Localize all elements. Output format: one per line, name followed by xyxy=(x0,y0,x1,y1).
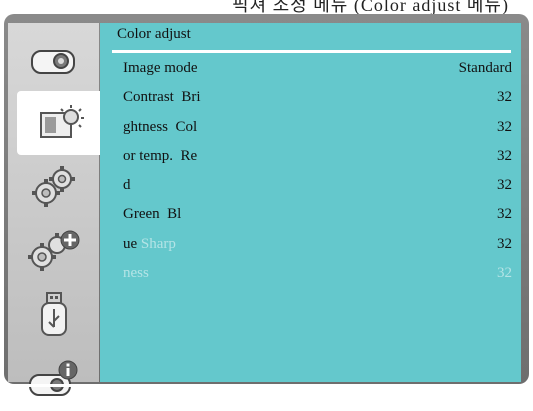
menu-row-value: 32 xyxy=(497,177,512,193)
sidebar-item-information[interactable] xyxy=(8,347,99,411)
sidebar-item-projector[interactable] xyxy=(8,27,99,91)
menu-row-value: 32 xyxy=(497,206,512,222)
sidebar-item-picture-adjust[interactable] xyxy=(17,91,108,155)
picture-adjust-icon xyxy=(39,105,84,138)
menu-row-label: ghtness Col xyxy=(123,119,198,135)
sidebar xyxy=(8,23,108,396)
color-adjust-panel: Color adjust Image mode Standard Contras… xyxy=(100,23,521,382)
menu-row-label: Image mode xyxy=(123,60,198,76)
panel-title: Color adjust xyxy=(117,26,191,42)
menu-row-label-text: ue xyxy=(123,236,138,252)
sidebar-item-usb[interactable] xyxy=(8,283,99,347)
menu-row-value: 32 xyxy=(497,89,512,105)
menu-row-label: ue Sharp xyxy=(123,236,176,253)
usb-icon xyxy=(40,292,67,336)
gears-plus-icon xyxy=(27,230,79,271)
sidebar-item-extended-settings[interactable] xyxy=(8,219,99,283)
menu-row-value: Standard xyxy=(458,60,512,76)
menu-row-value: 32 xyxy=(497,236,512,252)
menu-row[interactable]: or temp. Re 32 xyxy=(100,148,521,172)
menu-row-image-mode[interactable]: Image mode Standard xyxy=(100,60,521,84)
menu-row-label: or temp. Re xyxy=(123,148,198,164)
sidebar-item-settings[interactable] xyxy=(8,155,99,219)
menu-row-label: Green Bl xyxy=(123,206,182,222)
projector-icon xyxy=(30,50,75,74)
menu-row-label: d xyxy=(123,177,131,193)
top-header-fragment: 픽쳐 조정 메뉴 (Color adjust 메뉴) xyxy=(0,0,533,14)
gears-icon xyxy=(31,166,75,207)
menu-row[interactable]: Contrast Bri 32 xyxy=(100,89,521,113)
menu-row-disabled: ness 32 xyxy=(100,265,521,289)
menu-row-label-dim: Sharp xyxy=(140,236,176,252)
menu-row-label: Contrast Bri xyxy=(123,89,201,105)
projector-info-icon xyxy=(28,360,77,396)
menu-row-value: 32 xyxy=(497,119,512,135)
menu-row[interactable]: ue Sharp 32 xyxy=(100,236,521,260)
menu-row-value: 32 xyxy=(497,148,512,164)
menu-row-value: 32 xyxy=(497,265,512,281)
menu-row[interactable]: d 32 xyxy=(100,177,521,201)
header-fragment-text: 픽쳐 조정 메뉴 (Color adjust 메뉴) xyxy=(232,0,509,14)
menu-row-label: ness xyxy=(123,265,149,281)
menu-row[interactable]: Green Bl 32 xyxy=(100,206,521,230)
title-divider xyxy=(112,50,511,53)
menu-row[interactable]: ghtness Col 32 xyxy=(100,119,521,143)
